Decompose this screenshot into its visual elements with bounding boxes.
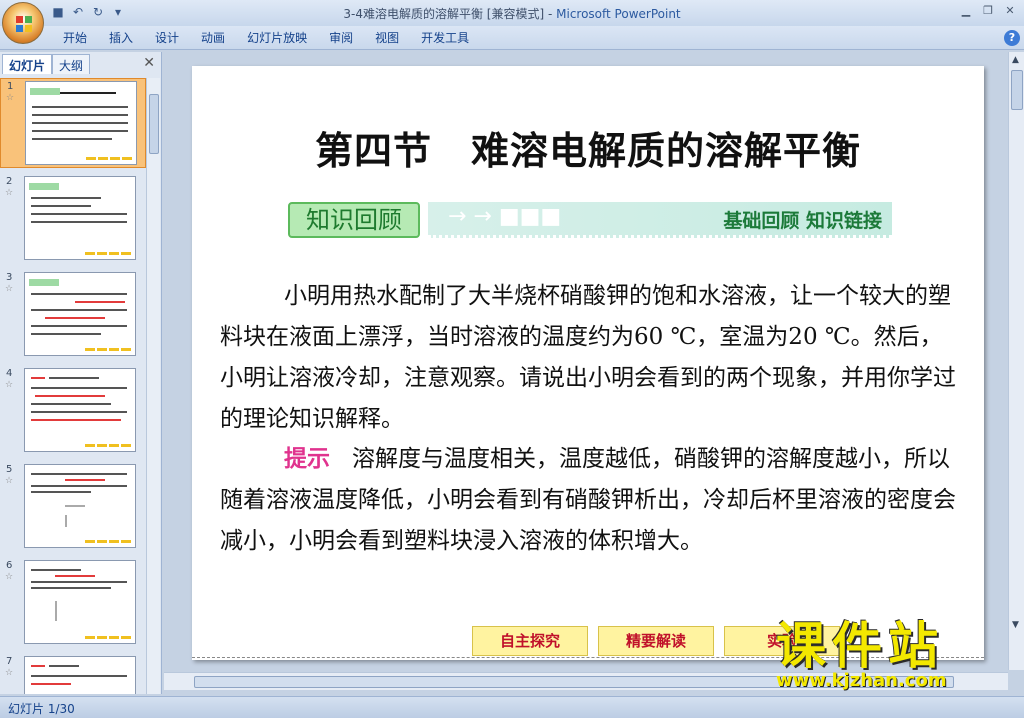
- slide-thumbnail[interactable]: 2 ☆: [0, 174, 146, 264]
- slide-number: 6: [6, 560, 13, 571]
- tab-design[interactable]: 设计: [144, 30, 190, 46]
- tab-insert[interactable]: 插入: [98, 30, 144, 46]
- animation-star-icon: ☆: [5, 668, 14, 678]
- hint-paragraph[interactable]: 提示 溶解度与温度相关，温度越低，硝酸钾的溶解度越小，所以随着溶液温度降低，小明会…: [220, 438, 956, 562]
- tab-view[interactable]: 视图: [364, 30, 410, 46]
- slide-editor: 第四节 难溶电解质的溶解平衡 知识回顾 → → ■■■ 基础回顾 知识链接 小明…: [164, 52, 1010, 670]
- animation-star-icon: ☆: [5, 572, 14, 582]
- tab-slides[interactable]: 幻灯片: [2, 54, 53, 74]
- section-banner: 知识回顾 → → ■■■ 基础回顾 知识链接: [288, 200, 896, 240]
- office-button[interactable]: [2, 2, 44, 44]
- status-bar: 幻灯片 1/30: [0, 696, 1024, 718]
- vertical-scrollbar[interactable]: ▲ ▼: [1008, 52, 1024, 670]
- slide-number: 4: [6, 368, 13, 379]
- slide-title[interactable]: 第四节 难溶电解质的溶解平衡: [192, 120, 984, 175]
- vertical-scroll-thumb[interactable]: [1011, 70, 1023, 110]
- ribbon-tabs: 开始 插入 设计 动画 幻灯片放映 审阅 视图 开发工具: [52, 30, 480, 46]
- tab-animations[interactable]: 动画: [190, 30, 236, 46]
- slide-thumbnail[interactable]: 1 ☆: [0, 78, 146, 168]
- restore-icon[interactable]: ❐: [978, 3, 998, 19]
- slide-thumbnails: 1 ☆ 2 ☆ 3 ☆ 4 ☆ 5 ☆ 6 ☆ 7 ☆: [0, 78, 146, 694]
- animation-star-icon: ☆: [6, 93, 15, 103]
- pane-close-icon[interactable]: ✕: [143, 55, 155, 71]
- slides-pane: 幻灯片 大纲 ✕ 1 ☆ 2 ☆ 3 ☆ 4 ☆ 5 ☆ 6 ☆ 7 ☆: [0, 52, 162, 694]
- close-icon[interactable]: ✕: [1000, 3, 1020, 19]
- slide-thumbnail[interactable]: 7 ☆: [0, 654, 146, 694]
- animation-star-icon: ☆: [5, 284, 14, 294]
- slide-number: 3: [6, 272, 13, 283]
- office-logo-icon: [16, 16, 32, 32]
- tab-slideshow[interactable]: 幻灯片放映: [236, 30, 318, 46]
- thumbnail-preview: [24, 464, 136, 548]
- scroll-down-icon[interactable]: ▼: [1012, 620, 1019, 630]
- thumbnail-preview: [24, 272, 136, 356]
- animation-star-icon: ☆: [5, 188, 14, 198]
- pane-scroll-thumb[interactable]: [149, 94, 159, 154]
- pane-scrollbar[interactable]: [146, 78, 160, 694]
- tab-review[interactable]: 审阅: [318, 30, 364, 46]
- thumbnail-preview: [24, 560, 136, 644]
- slide-canvas[interactable]: 第四节 难溶电解质的溶解平衡 知识回顾 → → ■■■ 基础回顾 知识链接 小明…: [192, 66, 984, 660]
- pane-tabs: 幻灯片 大纲: [2, 54, 91, 74]
- thumbnail-preview: [24, 656, 136, 694]
- tab-home[interactable]: 开始: [52, 30, 98, 46]
- slide-number: 2: [6, 176, 13, 187]
- window-controls: ▁ ❐ ✕: [956, 3, 1020, 19]
- scroll-up-icon[interactable]: ▲: [1012, 55, 1019, 65]
- tab-developer[interactable]: 开发工具: [410, 30, 480, 46]
- hint-label: 提示: [284, 445, 330, 472]
- window-title: 3-4难溶电解质的溶解平衡 [兼容模式] - Microsoft PowerPo…: [343, 7, 681, 21]
- animation-star-icon: ☆: [5, 380, 14, 390]
- thumbnail-preview: [24, 368, 136, 452]
- arrows-icon: → → ■■■: [448, 204, 562, 229]
- watermark-logo: 课件站 www.kjzhan.com: [776, 618, 1008, 696]
- slide-thumbnail[interactable]: 6 ☆: [0, 558, 146, 648]
- title-bar: ■ ↶ ↻ ▾ 3-4难溶电解质的溶解平衡 [兼容模式] - Microsoft…: [0, 0, 1024, 26]
- nav-button-essentials[interactable]: 精要解读: [598, 626, 714, 656]
- ribbon: 开始 插入 设计 动画 幻灯片放映 审阅 视图 开发工具 ?: [0, 26, 1024, 50]
- help-icon[interactable]: ?: [1004, 30, 1020, 46]
- slide-number: 7: [6, 656, 13, 667]
- slide-number: 1: [7, 81, 14, 92]
- knowledge-review-badge: 知识回顾: [288, 202, 420, 238]
- slide-thumbnail[interactable]: 4 ☆: [0, 366, 146, 456]
- question-paragraph[interactable]: 小明用热水配制了大半烧杯硝酸钾的饱和水溶液，让一个较大的塑料块在液面上漂浮，当时…: [220, 276, 956, 440]
- banner-tagline: 基础回顾 知识链接: [723, 210, 882, 232]
- watermark-text: 课件站: [776, 617, 944, 675]
- slide-thumbnail[interactable]: 5 ☆: [0, 462, 146, 552]
- minimize-icon[interactable]: ▁: [956, 3, 976, 19]
- watermark-url: www.kjzhan.com: [776, 670, 947, 691]
- thumbnail-preview: [25, 81, 137, 165]
- animation-star-icon: ☆: [5, 476, 14, 486]
- banner-strip: → → ■■■ 基础回顾 知识链接: [428, 202, 892, 238]
- slide-number: 5: [6, 464, 13, 475]
- nav-button-explore[interactable]: 自主探究: [472, 626, 588, 656]
- thumbnail-preview: [24, 176, 136, 260]
- slide-counter: 幻灯片 1/30: [8, 702, 75, 716]
- hint-text: 溶解度与温度相关，温度越低，硝酸钾的溶解度越小，所以随着溶液温度降低，小明会看到…: [220, 446, 956, 554]
- slide-thumbnail[interactable]: 3 ☆: [0, 270, 146, 360]
- tab-outline[interactable]: 大纲: [52, 54, 91, 74]
